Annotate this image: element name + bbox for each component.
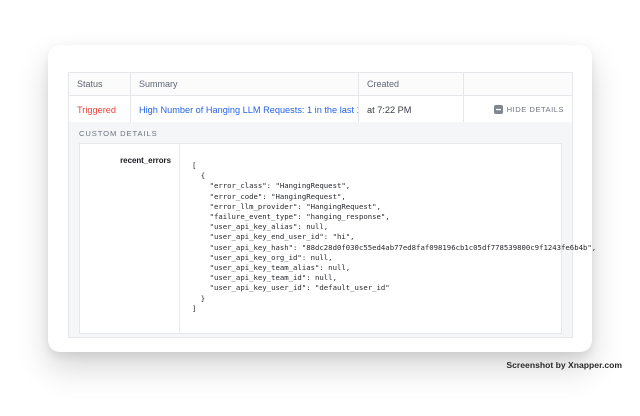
- alert-row: Triggered High Number of Hanging LLM Req…: [69, 96, 572, 123]
- detail-key-column: recent_errors: [80, 144, 180, 333]
- header-summary: Summary: [131, 73, 359, 95]
- header-actions-empty: [464, 73, 572, 95]
- alert-summary-link[interactable]: High Number of Hanging LLM Requests: 1 i…: [139, 105, 359, 115]
- status-badge: Triggered: [77, 105, 116, 115]
- actions-cell: HIDE DETAILS: [464, 96, 572, 123]
- minus-square-icon: [494, 105, 503, 114]
- header-created: Created: [359, 73, 464, 95]
- alert-card: Status Summary Created Triggered High Nu…: [48, 45, 592, 352]
- recent-errors-json: [ { "error_class": "HangingRequest", "er…: [180, 144, 596, 314]
- detail-field-name: recent_errors: [120, 156, 171, 165]
- hide-details-label: HIDE DETAILS: [507, 105, 564, 114]
- header-status: Status: [69, 73, 131, 95]
- created-timestamp: at 7:22 PM: [367, 105, 411, 115]
- alerts-table: Status Summary Created Triggered High Nu…: [68, 72, 573, 124]
- table-header-row: Status Summary Created: [69, 73, 572, 96]
- status-cell: Triggered: [69, 96, 131, 123]
- custom-details-panel: recent_errors [ { "error_class": "Hangin…: [79, 143, 562, 334]
- summary-cell: High Number of Hanging LLM Requests: 1 i…: [131, 96, 359, 123]
- created-cell: at 7:22 PM: [359, 96, 464, 123]
- hide-details-button[interactable]: HIDE DETAILS: [472, 104, 572, 115]
- custom-details-section: CUSTOM DETAILS recent_errors [ { "error_…: [68, 122, 573, 338]
- detail-value-column: [ { "error_class": "HangingRequest", "er…: [180, 144, 596, 333]
- xnapper-watermark: Screenshot by Xnapper.com: [506, 360, 622, 370]
- custom-details-heading: CUSTOM DETAILS: [79, 129, 562, 138]
